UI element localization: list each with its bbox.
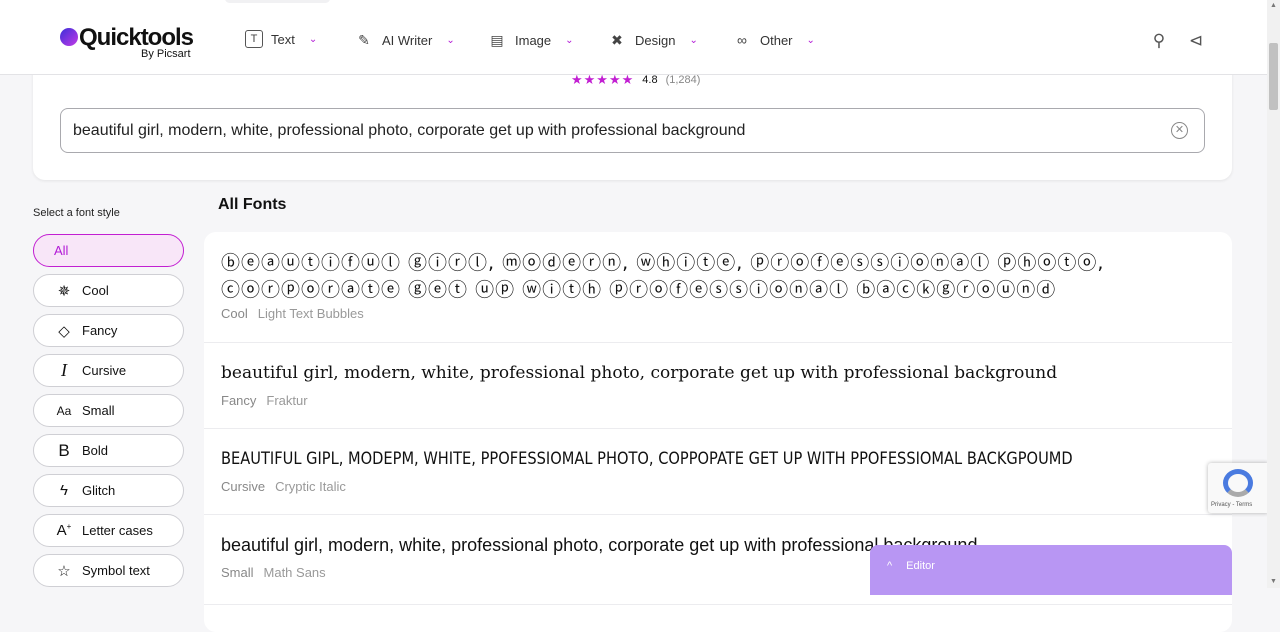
style-small[interactable]: Aa Small (33, 394, 184, 427)
diamond-icon: ◇ (58, 322, 70, 340)
style-label: Cursive (82, 363, 127, 378)
style-cool[interactable]: ✵ Cool (33, 274, 184, 307)
style-bold[interactable]: B Bold (33, 434, 184, 467)
style-label: Bold (82, 443, 109, 458)
search-icon[interactable]: ⚲ (1150, 32, 1168, 50)
recaptcha-badge[interactable]: Privacy - Terms (1208, 463, 1268, 513)
nav-design[interactable]: ✖ Design ⌄ (607, 30, 698, 50)
nav-ai-writer[interactable]: ✎ AI Writer ⌄ (354, 30, 455, 50)
rating-value: 4.8 (642, 74, 658, 86)
section-title: All Fonts (218, 196, 287, 213)
style-fancy[interactable]: ◇ Fancy (33, 314, 184, 347)
style-symbol-text[interactable]: ☆ Symbol text (33, 554, 184, 587)
search-card: ★★★★★ 4.8 (1,284) beautiful girl, modern… (33, 60, 1232, 180)
font-name: Light Text Bubbles (257, 306, 364, 321)
chevron-down-icon: ⌄ (565, 34, 574, 46)
rating-count: (1,284) (665, 74, 701, 86)
style-all[interactable]: All (33, 234, 184, 267)
sidebar-label: Select a font style (33, 207, 120, 219)
font-name: Fraktur (266, 393, 308, 408)
text-input-value: beautiful girl, modern, white, professio… (73, 122, 746, 139)
font-name: Math Sans (263, 565, 326, 580)
top-tab-stub (225, 0, 330, 3)
bold-b-icon: B (58, 440, 70, 460)
chevron-down-icon: ⌄ (689, 34, 698, 46)
chevron-up-icon: ^ (887, 560, 893, 572)
font-name: Cryptic Italic (275, 479, 346, 494)
style-label: Glitch (82, 483, 116, 498)
scroll-up-icon[interactable]: ▲ (1270, 2, 1277, 9)
cursor-i-icon: I (61, 360, 67, 380)
text-input[interactable]: beautiful girl, modern, white, professio… (60, 108, 1205, 153)
nav-label: Other (760, 32, 793, 48)
text-box-icon: T (245, 30, 263, 48)
style-label: Letter cases (82, 523, 153, 538)
editor-label: Editor (906, 560, 935, 572)
recaptcha-text[interactable]: Privacy - Terms (1211, 502, 1252, 508)
style-label: All (54, 243, 69, 258)
style-cursive[interactable]: I Cursive (33, 354, 184, 387)
nav-label: Design (635, 32, 676, 48)
font-sample[interactable]: ⓑⓔⓐⓤⓣⓘⓕⓤⓛ ⓖⓘⓡⓛ, ⓜⓞⓓⓔⓡⓝ, ⓦⓗⓘⓣⓔ, ⓟⓡⓞⓕⓔⓢⓢⓘⓞ… (221, 250, 1215, 304)
logo-subtext: By Picsart (141, 48, 191, 60)
shapes-icon: ∞ (737, 32, 747, 48)
nav-image[interactable]: ▤ Image ⌄ (487, 30, 574, 50)
scrollbar[interactable]: ▲ ▼ (1267, 0, 1280, 588)
image-icon: ▤ (490, 31, 504, 48)
scroll-down-icon[interactable]: ▼ (1270, 578, 1277, 585)
nav-label: Text (271, 31, 295, 47)
top-header: Quicktools By Picsart T Text ⌄ ✎ AI Writer ⌄… (0, 0, 1267, 75)
chevron-down-icon: ⌄ (308, 33, 318, 45)
lightning-icon: ϟ (60, 482, 68, 499)
nav-label: AI Writer (382, 32, 433, 48)
font-row[interactable]: ⓑⓔⓐⓤⓣⓘⓕⓤⓛ ⓖⓘⓡⓛ, ⓜⓞⓓⓔⓡⓝ, ⓦⓗⓘⓣⓔ, ⓟⓡⓞⓕⓔⓢⓢⓘⓞ… (204, 232, 1232, 343)
font-category: Small (221, 565, 254, 580)
magic-wand-icon: ✎ (358, 31, 370, 48)
recaptcha-icon (1223, 469, 1253, 497)
sparkle-icon: ✵ (57, 282, 71, 300)
design-tools-icon: ✖ (611, 31, 623, 48)
style-letter-cases[interactable]: A+ Letter cases (33, 514, 184, 547)
style-glitch[interactable]: ϟ Glitch (33, 474, 184, 507)
clear-icon[interactable]: ✕ (1171, 122, 1188, 139)
logo-mark-icon (60, 28, 78, 46)
nav-text[interactable]: T Text ⌄ (245, 30, 317, 48)
style-label: Small (82, 403, 115, 418)
scrollbar-thumb[interactable] (1269, 43, 1278, 110)
chevron-down-icon: ⌄ (806, 34, 815, 46)
font-category: Fancy (221, 393, 257, 408)
share-icon[interactable]: ⊲ (1187, 32, 1205, 50)
aa-icon: Aa (56, 403, 72, 418)
font-category: Cool (221, 306, 248, 321)
font-category: Cursive (221, 479, 266, 494)
font-sample[interactable]: beautiful girl, modern, white, professio… (221, 360, 1215, 387)
nav-label: Image (515, 32, 552, 48)
style-label: Fancy (82, 323, 118, 338)
font-sample[interactable]: BEAUTIFUL GIPL, MODEPM, WHITE, PPOFESSIO… (221, 446, 1076, 473)
nav-other[interactable]: ∞ Other ⌄ (732, 30, 815, 50)
style-label: Symbol text (82, 563, 150, 578)
letter-case-icon: A+ (56, 522, 72, 539)
star-icon: ☆ (57, 562, 71, 580)
font-row[interactable]: BEAUTIFUL GIPL, MODEPM, WHITE, PPOFESSIO… (204, 429, 1232, 515)
font-row[interactable]: beautiful girl, modern, white, professio… (204, 343, 1232, 429)
style-label: Cool (82, 283, 109, 298)
chevron-down-icon: ⌄ (446, 34, 455, 46)
